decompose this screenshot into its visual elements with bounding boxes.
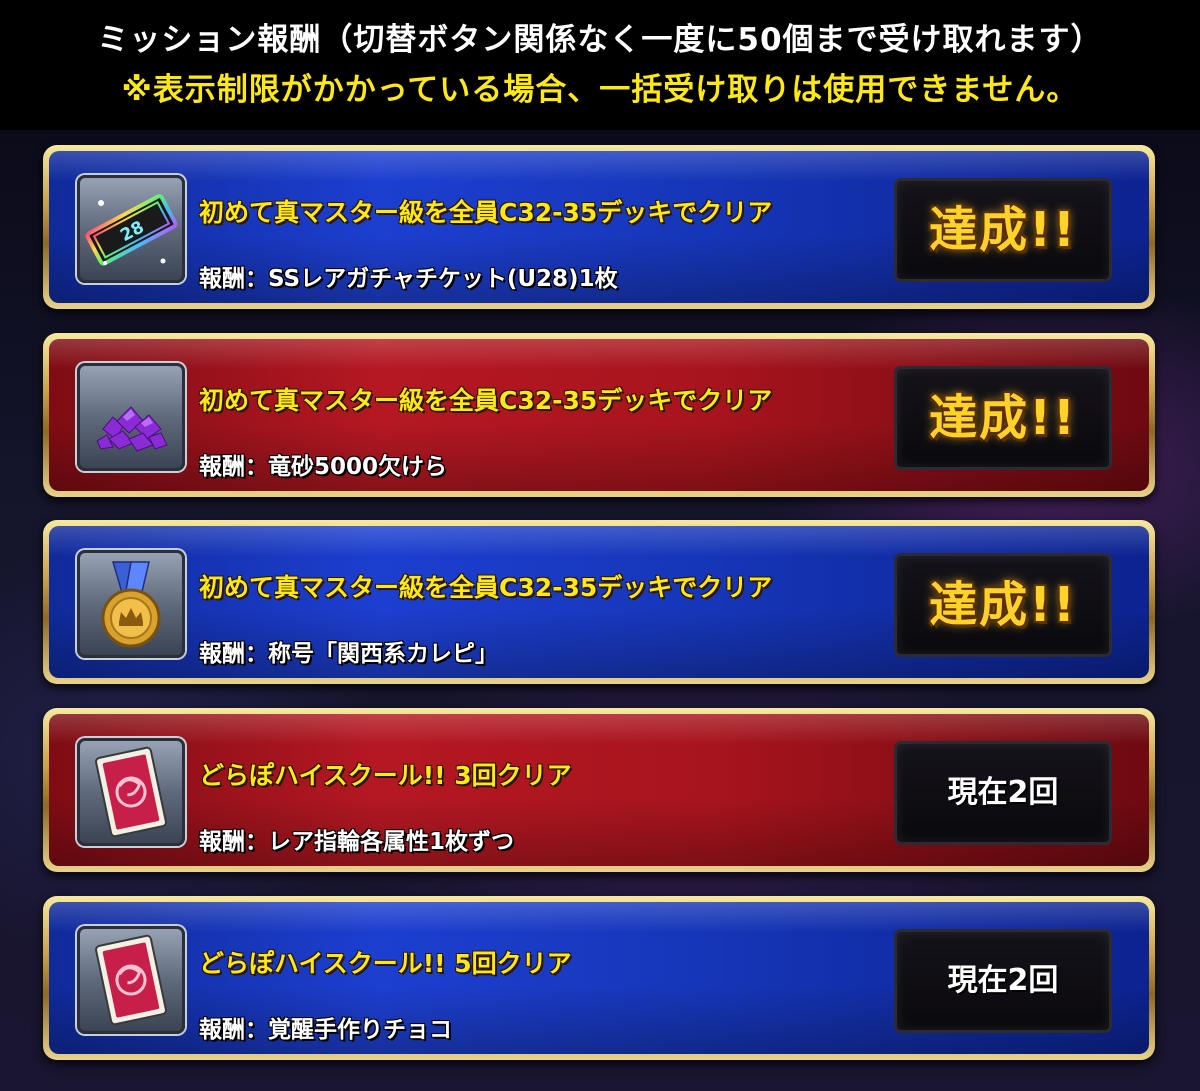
achieved-label: 達成!!	[929, 202, 1077, 258]
achieved-label: 達成!!	[929, 390, 1077, 446]
header-notice: ※表示制限がかかっている場合、一括受け取りは使用できません。	[121, 72, 1079, 108]
mission-title: どらぽハイスクール!! 5回クリア	[199, 949, 572, 978]
status-badge[interactable]: 達成!!	[897, 181, 1109, 279]
status-badge[interactable]: 達成!!	[897, 556, 1109, 654]
card-icon	[95, 934, 167, 1026]
dragon-sand-icon	[96, 406, 168, 452]
card-icon	[95, 746, 167, 838]
mission-title: どらぽハイスクール!! 3回クリア	[199, 761, 572, 790]
progress-label: 現在2回	[947, 963, 1059, 998]
mission-card[interactable]: 初めて真マスター級を全員C32-35デッキでクリア 報酬：竜砂5000欠けら 達…	[43, 333, 1155, 497]
reward-icon-frame: 28	[77, 175, 185, 283]
mission-title: 初めて真マスター級を全員C32-35デッキでクリア	[199, 198, 773, 227]
mission-reward: 報酬：SSレアガチャチケット(U28)1枚	[199, 266, 618, 292]
status-badge: 現在2回	[897, 744, 1109, 842]
mission-card-body: どらぽハイスクール!! 3回クリア 報酬：レア指輪各属性1枚ずつ 現在2回	[49, 714, 1149, 866]
mission-card-body: 初めて真マスター級を全員C32-35デッキでクリア 報酬：称号「関西系カレピ」 …	[49, 526, 1149, 678]
mission-card-body: 28 初めて真マスター級を全員C32-35デッキでクリア 報酬：SSレアガチャチ…	[49, 151, 1149, 303]
mission-title: 初めて真マスター級を全員C32-35デッキでクリア	[199, 386, 773, 415]
gacha-ticket-icon: 28	[85, 194, 178, 266]
header-title: ミッション報酬（切替ボタン関係なく一度に50個まで受け取れます）	[97, 22, 1103, 58]
mission-reward: 報酬：竜砂5000欠けら	[199, 454, 448, 480]
reward-icon-frame	[77, 550, 185, 658]
progress-label: 現在2回	[947, 775, 1059, 810]
mission-title: 初めて真マスター級を全員C32-35デッキでクリア	[199, 573, 773, 602]
reward-icon-frame	[77, 363, 185, 471]
achieved-label: 達成!!	[929, 577, 1077, 633]
mission-card-body: どらぽハイスクール!! 5回クリア 報酬：覚醒手作りチョコ 現在2回	[49, 902, 1149, 1054]
medal-icon	[101, 561, 161, 648]
status-badge: 現在2回	[897, 932, 1109, 1030]
mission-card[interactable]: 初めて真マスター級を全員C32-35デッキでクリア 報酬：称号「関西系カレピ」 …	[43, 520, 1155, 684]
mission-card[interactable]: 28 初めて真マスター級を全員C32-35デッキでクリア 報酬：SSレアガチャチ…	[43, 145, 1155, 309]
status-badge[interactable]: 達成!!	[897, 369, 1109, 467]
reward-icon-frame	[77, 738, 185, 846]
header: ミッション報酬（切替ボタン関係なく一度に50個まで受け取れます） ※表示制限がか…	[0, 0, 1200, 130]
mission-reward: 報酬：レア指輪各属性1枚ずつ	[199, 829, 515, 855]
mission-card[interactable]: どらぽハイスクール!! 3回クリア 報酬：レア指輪各属性1枚ずつ 現在2回	[43, 708, 1155, 872]
mission-card-body: 初めて真マスター級を全員C32-35デッキでクリア 報酬：竜砂5000欠けら 達…	[49, 339, 1149, 491]
mission-reward: 報酬：覚醒手作りチョコ	[199, 1017, 452, 1043]
reward-icon-frame	[77, 926, 185, 1034]
mission-card[interactable]: どらぽハイスクール!! 5回クリア 報酬：覚醒手作りチョコ 現在2回	[43, 896, 1155, 1060]
mission-reward: 報酬：称号「関西系カレピ」	[199, 641, 498, 667]
